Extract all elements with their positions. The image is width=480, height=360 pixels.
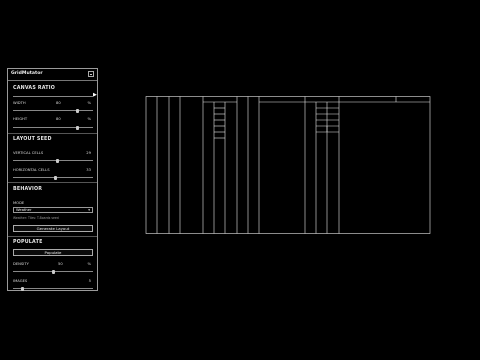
vertical-cells-thumb[interactable] [56, 158, 59, 163]
height-slider-thumb[interactable] [76, 125, 79, 130]
vertical-cells-slider[interactable] [13, 158, 93, 163]
images-label: IMAGES [13, 279, 28, 283]
horizontal-cells-slider[interactable] [13, 175, 93, 180]
populate-button[interactable]: Populate [13, 249, 93, 256]
width-slider[interactable] [13, 108, 93, 113]
density-label: DENSITY [13, 262, 29, 266]
divider [8, 182, 97, 183]
canvas-border [145, 96, 431, 234]
divider [8, 236, 97, 237]
control-panel: GridMutator CANVAS RATIO ▶ WIDTH 80 % HE… [7, 68, 98, 291]
canvas-ratio-divider-slider[interactable] [13, 96, 93, 97]
width-label: WIDTH [13, 101, 26, 105]
density-slider[interactable] [13, 269, 93, 274]
panel-titlebar[interactable]: GridMutator [8, 69, 97, 81]
width-slider-thumb[interactable] [76, 108, 79, 113]
height-label: HEIGHT [13, 117, 28, 121]
vertical-cells-label: VERTICAL CELLS [13, 151, 44, 155]
populate-heading: POPULATE [13, 240, 43, 245]
mode-label: MODE [13, 201, 25, 205]
height-unit: % [87, 117, 91, 121]
divider [8, 133, 97, 134]
behavior-heading: BEHAVIOR [13, 187, 43, 192]
images-value: 5 [88, 279, 91, 283]
mode-note: Weather: Tiles: T-Boards seed [13, 216, 59, 220]
images-slider[interactable] [13, 286, 93, 291]
density-thumb[interactable] [52, 269, 55, 274]
vertical-cells-value: 29 [86, 151, 91, 155]
horizontal-cells-value: 33 [86, 168, 91, 172]
minimize-icon[interactable] [88, 71, 94, 77]
height-slider[interactable] [13, 125, 93, 130]
mouse-cursor-icon: ▶ [93, 92, 97, 98]
width-unit: % [87, 101, 91, 105]
horizontal-cells-thumb[interactable] [54, 175, 57, 180]
mode-select-value: Weather [16, 208, 32, 212]
layout-seed-heading: LAYOUT SEED [13, 137, 52, 142]
mode-select[interactable]: Weather ▾ [13, 207, 93, 213]
density-value: 50 [58, 262, 63, 266]
horizontal-cells-label: HORIZONTAL CELLS [13, 168, 50, 172]
images-thumb[interactable] [21, 286, 24, 291]
panel-title: GridMutator [11, 71, 43, 76]
width-value: 80 [56, 101, 61, 105]
chevron-down-icon: ▾ [88, 208, 90, 212]
canvas-ratio-heading: CANVAS RATIO [13, 86, 56, 91]
height-value: 80 [56, 117, 61, 121]
density-unit: % [87, 262, 91, 266]
generate-layout-button[interactable]: Generate Layout [13, 225, 93, 232]
